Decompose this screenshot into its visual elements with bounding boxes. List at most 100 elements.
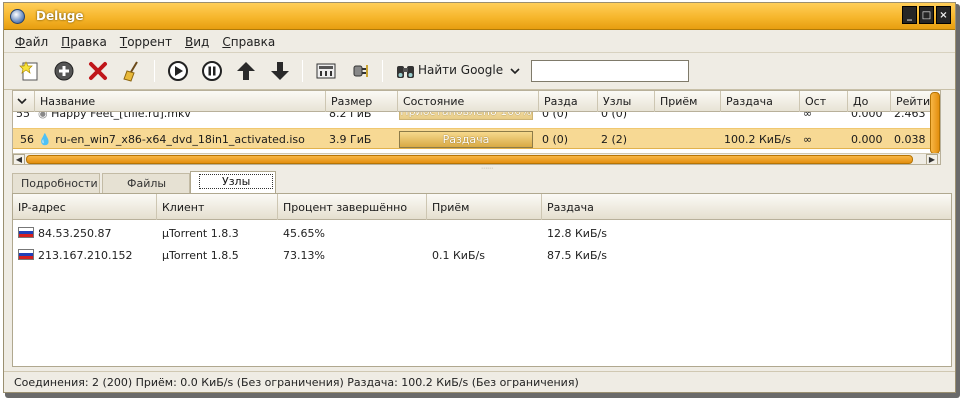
resume-button[interactable] xyxy=(166,59,190,83)
new-document-icon xyxy=(19,61,38,81)
horizontal-scrollbar[interactable]: ◀ ▶ xyxy=(13,153,940,164)
torrent-progress-bar: Раздача xyxy=(399,131,533,148)
column-ip-address[interactable]: IP-адрес xyxy=(13,194,157,220)
peer-ip: 213.167.210.152 xyxy=(38,249,133,262)
menu-torrent[interactable]: Торрент xyxy=(118,34,174,50)
peer-client: µTorrent 1.8.5 xyxy=(162,249,239,262)
arrow-up-icon xyxy=(237,62,255,80)
chevron-down-icon xyxy=(510,68,520,75)
add-torrent-button[interactable] xyxy=(52,59,76,83)
window-controls: _ □ × xyxy=(902,6,951,24)
deluge-app-icon[interactable] xyxy=(10,9,25,24)
russia-flag-icon xyxy=(18,249,34,260)
menu-view[interactable]: Вид xyxy=(183,34,211,50)
toolbar-separator xyxy=(154,60,155,82)
column-state[interactable]: Состояние xyxy=(398,91,539,112)
peer-download xyxy=(427,222,542,244)
peer-ip-cell: 213.167.210.152 xyxy=(13,244,157,266)
column-name[interactable]: Название xyxy=(35,91,326,112)
torrent-download-speed xyxy=(655,129,719,150)
column-download[interactable]: Приём xyxy=(427,194,542,220)
binoculars-icon xyxy=(397,66,414,78)
torrent-size: 3.9 ГиБ xyxy=(329,133,372,146)
peer-upload: 87.5 КиБ/s xyxy=(547,249,607,262)
peers-table-header: IP-адрес Клиент Процент завершённо Приём… xyxy=(13,194,951,220)
clear-finished-button[interactable] xyxy=(120,59,144,83)
column-upload[interactable]: Раздача xyxy=(721,91,800,112)
peer-client: µTorrent 1.8.3 xyxy=(162,227,239,240)
details-tabbar: Подробности Файлы Узлы xyxy=(12,171,952,193)
russia-flag-icon xyxy=(18,227,34,238)
torrent-availability: 0.000 xyxy=(851,133,883,146)
plug-icon xyxy=(353,65,368,77)
column-menu-chevron[interactable] xyxy=(13,91,35,112)
tab-peers[interactable]: Узлы xyxy=(190,171,276,193)
torrent-name: ru-en_win7_x86-x64_dvd_18in1_activated.i… xyxy=(55,133,305,146)
peer-upload: 12.8 КиБ/s xyxy=(547,227,607,240)
peers-table: IP-адрес Клиент Процент завершённо Приём… xyxy=(12,193,952,367)
title-bar[interactable]: Deluge _ □ × xyxy=(4,3,955,30)
torrent-seeds: 0 (0) xyxy=(542,133,569,146)
broom-icon xyxy=(123,61,138,82)
tab-label: Узлы xyxy=(199,174,274,189)
torrent-list-header: Название Размер Состояние Разда Узлы При… xyxy=(13,91,940,112)
menu-help[interactable]: Справка xyxy=(220,34,277,50)
menu-file[interactable]: Файл xyxy=(13,34,50,50)
menu-edit[interactable]: Правка xyxy=(59,34,109,50)
search-engine-label[interactable]: Найти Google xyxy=(418,63,503,77)
play-icon xyxy=(168,61,188,81)
peer-ip-cell: 84.53.250.87 xyxy=(13,222,157,244)
column-seeds[interactable]: Разда xyxy=(539,91,598,112)
maximize-button[interactable]: □ xyxy=(919,6,934,24)
connection-manager-button[interactable] xyxy=(348,59,372,83)
column-size[interactable]: Размер xyxy=(326,91,398,112)
peer-percent: 45.65% xyxy=(283,227,325,240)
torrent-row-selected[interactable]: 56 💧 ru-en_win7_x86-x64_dvd_18in1_activa… xyxy=(13,128,940,149)
peer-row[interactable]: 213.167.210.152 µTorrent 1.8.5 73.13% 0.… xyxy=(13,244,951,266)
seeding-icon: 💧 xyxy=(38,133,52,146)
preferences-button[interactable] xyxy=(314,59,338,83)
toolbar: Найти Google xyxy=(4,53,955,90)
queue-up-button[interactable] xyxy=(234,59,258,83)
pause-icon xyxy=(202,61,222,81)
preferences-icon xyxy=(316,63,336,79)
horizontal-scrollbar-thumb[interactable] xyxy=(26,155,913,164)
close-button[interactable]: × xyxy=(936,6,951,24)
tab-label: Файлы xyxy=(127,177,167,190)
torrent-upload-speed: 100.2 КиБ/s xyxy=(724,133,791,146)
peer-row[interactable]: 84.53.250.87 µTorrent 1.8.3 45.65% 12.8 … xyxy=(13,222,951,244)
red-x-icon xyxy=(89,62,107,80)
create-torrent-button[interactable] xyxy=(18,59,42,83)
column-download[interactable]: Приём xyxy=(655,91,721,112)
column-percent-complete[interactable]: Процент завершённо xyxy=(278,194,427,220)
column-upload[interactable]: Раздача xyxy=(542,194,951,220)
chevron-down-icon xyxy=(17,98,27,105)
column-availability[interactable]: До xyxy=(848,91,891,112)
search-input[interactable] xyxy=(531,60,689,82)
scroll-right-arrow-icon[interactable]: ▶ xyxy=(926,154,938,164)
scroll-left-arrow-icon[interactable]: ◀ xyxy=(13,154,25,164)
tab-files[interactable]: Файлы xyxy=(102,173,190,193)
minimize-button[interactable]: _ xyxy=(902,6,917,24)
column-peers[interactable]: Узлы xyxy=(598,91,655,112)
status-bar: Соединения: 2 (200) Приём: 0.0 КиБ/s (Бе… xyxy=(4,371,955,392)
peer-ip: 84.53.250.87 xyxy=(38,227,112,240)
torrent-list: 55 ◉ Happy Feet_[tfile.ru].mkv 8.2 ГиБ П… xyxy=(12,90,941,165)
column-client[interactable]: Клиент xyxy=(157,194,278,220)
search-engine-dropdown[interactable] xyxy=(504,59,526,83)
search-engine-button[interactable] xyxy=(394,59,418,83)
tab-label: Подробности xyxy=(21,177,98,190)
vertical-scrollbar-thumb[interactable] xyxy=(930,92,940,154)
remove-torrent-button[interactable] xyxy=(86,59,110,83)
peer-percent: 73.13% xyxy=(283,249,325,262)
plus-circle-icon xyxy=(54,61,74,81)
torrent-peers: 2 (2) xyxy=(601,133,628,146)
menu-bar: Файл Правка Торрент Вид Справка xyxy=(4,31,955,53)
pause-button[interactable] xyxy=(200,59,224,83)
arrow-down-icon xyxy=(271,62,289,80)
column-eta[interactable]: Ост xyxy=(800,91,848,112)
torrent-name-cell: 💧 ru-en_win7_x86-x64_dvd_18in1_activated… xyxy=(35,129,323,150)
toolbar-separator xyxy=(382,60,383,82)
queue-down-button[interactable] xyxy=(268,59,292,83)
tab-details[interactable]: Подробности xyxy=(12,173,100,193)
